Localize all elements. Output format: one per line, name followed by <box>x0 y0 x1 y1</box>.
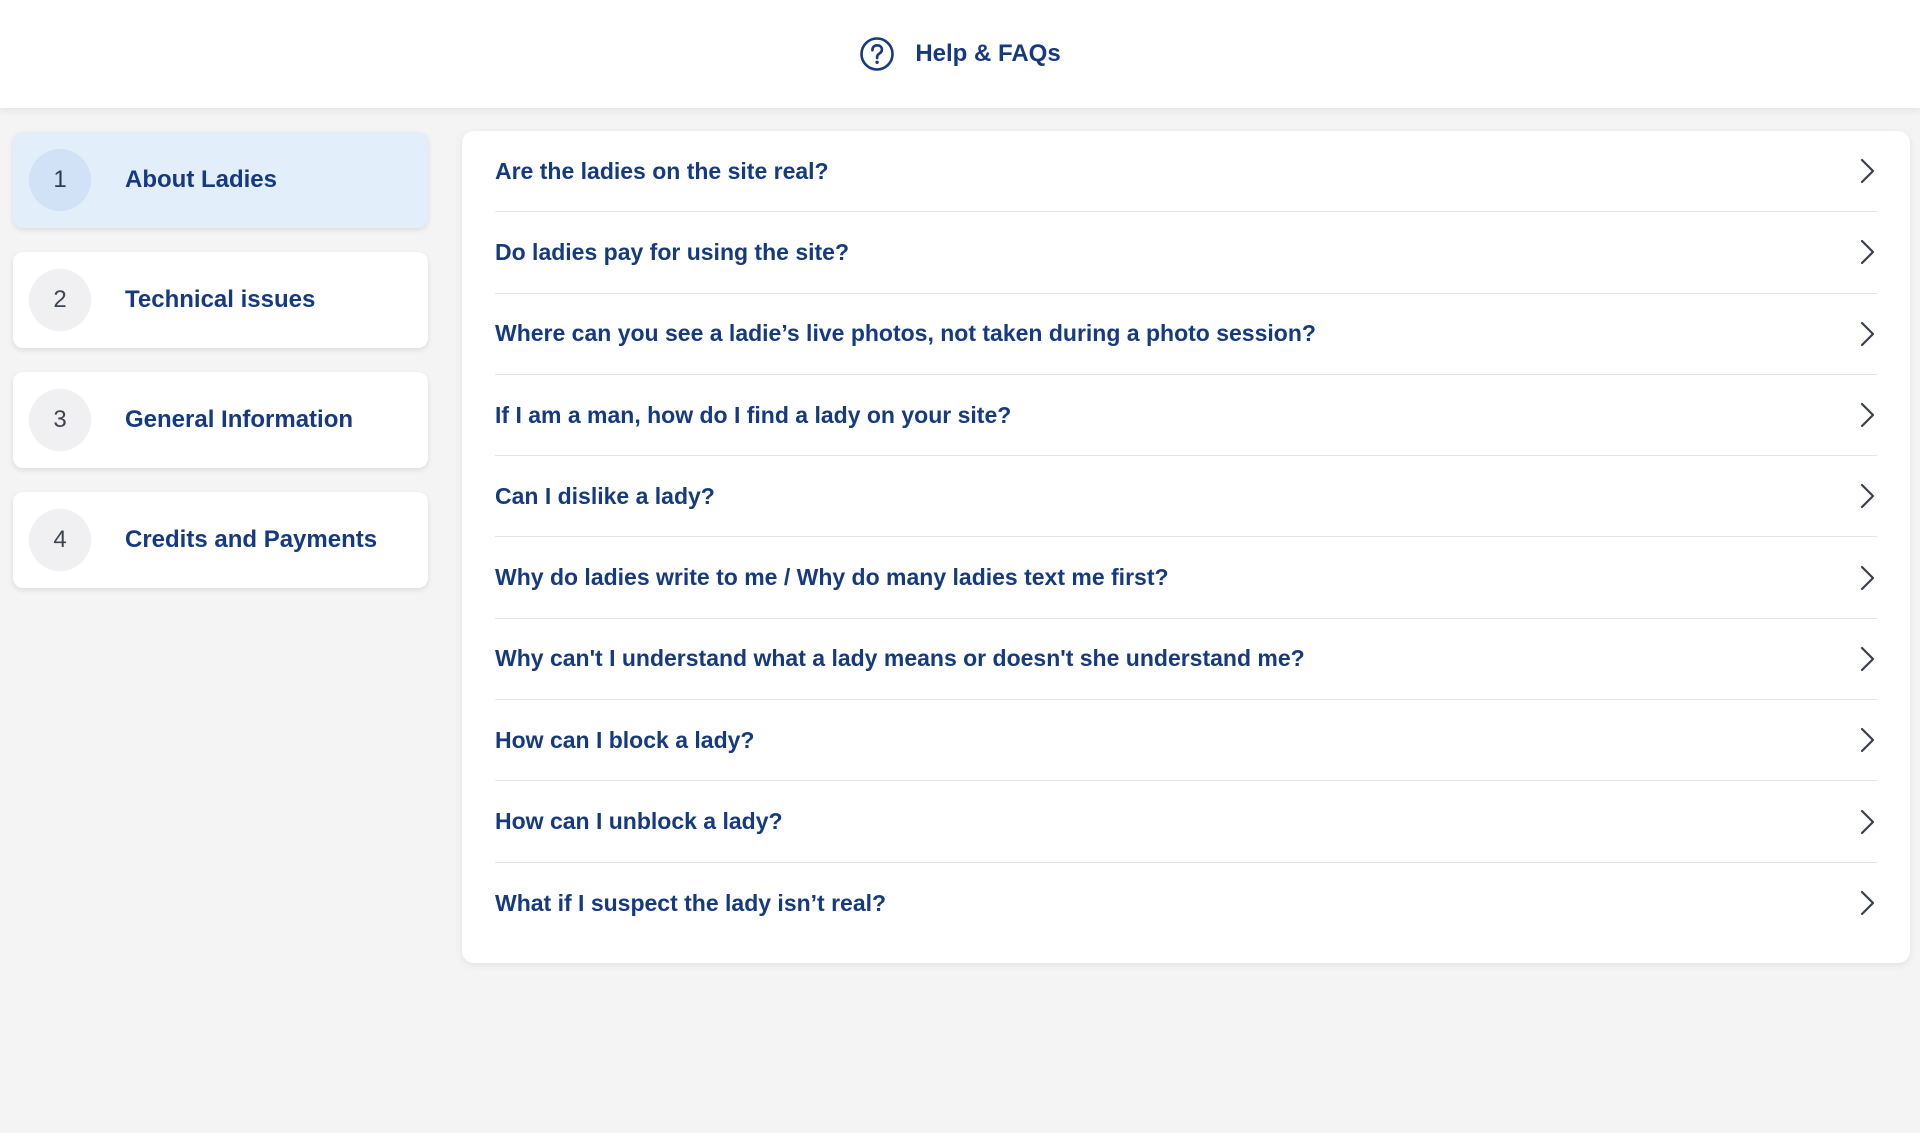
faq-question: Why do ladies write to me / Why do many … <box>495 564 1169 591</box>
faq-question: Why can't I understand what a lady means… <box>495 645 1305 672</box>
chevron-right-icon <box>1860 484 1875 509</box>
faq-question: Do ladies pay for using the site? <box>495 238 850 265</box>
page-header: Help & FAQs <box>0 0 1920 108</box>
category-credits-and-payments[interactable]: 4 Credits and Payments <box>13 492 428 588</box>
chevron-right-icon <box>1860 646 1875 672</box>
faq-item[interactable]: Can I dislike a lady? <box>495 456 1877 538</box>
page-title: Help & FAQs <box>915 40 1061 67</box>
faq-item[interactable]: Why do ladies write to me / Why do many … <box>495 537 1877 619</box>
faq-question: How can I block a lady? <box>495 726 755 753</box>
faq-item[interactable]: Are the ladies on the site real? <box>495 131 1877 213</box>
faq-item[interactable]: How can I block a lady? <box>495 700 1877 782</box>
faq-item[interactable]: Where can you see a ladie’s live photos,… <box>495 294 1877 375</box>
category-label: General Information <box>125 406 354 433</box>
question-circle-icon <box>860 37 895 71</box>
category-number: 4 <box>29 509 91 571</box>
category-sidebar: 1 About Ladies 2 Technical issues 3 Gene… <box>13 132 428 612</box>
category-general-information[interactable]: 3 General Information <box>13 372 428 468</box>
faq-list: Are the ladies on the site real? Do ladi… <box>462 131 1910 963</box>
faq-question: Are the ladies on the site real? <box>495 157 829 184</box>
faq-question: What if I suspect the lady isn’t real? <box>495 889 887 916</box>
chevron-right-icon <box>1860 240 1875 265</box>
chevron-right-icon <box>1860 159 1875 184</box>
category-number: 3 <box>29 389 91 451</box>
category-label: About Ladies <box>125 166 278 193</box>
chevron-right-icon <box>1860 809 1875 834</box>
chevron-right-icon <box>1860 565 1875 590</box>
category-technical-issues[interactable]: 2 Technical issues <box>13 252 428 348</box>
chevron-right-icon <box>1860 891 1875 916</box>
faq-question: If I am a man, how do I find a lady on y… <box>495 401 1012 428</box>
faq-item[interactable]: Why can't I understand what a lady means… <box>495 619 1877 701</box>
faq-question: Can I dislike a lady? <box>495 482 715 509</box>
faq-question: How can I unblock a lady? <box>495 808 783 835</box>
chevron-right-icon <box>1860 728 1875 753</box>
faq-item[interactable]: How can I unblock a lady? <box>495 781 1877 863</box>
faq-item[interactable]: What if I suspect the lady isn’t real? <box>495 863 1877 944</box>
category-label: Credits and Payments <box>125 526 378 553</box>
chevron-right-icon <box>1860 321 1875 346</box>
category-number: 1 <box>29 149 91 211</box>
category-label: Technical issues <box>125 286 316 313</box>
category-about-ladies[interactable]: 1 About Ladies <box>13 132 428 228</box>
chevron-right-icon <box>1860 402 1875 428</box>
faq-item[interactable]: Do ladies pay for using the site? <box>495 212 1877 294</box>
faq-question: Where can you see a ladie’s live photos,… <box>495 320 1316 347</box>
category-number: 2 <box>29 269 91 331</box>
faq-item[interactable]: If I am a man, how do I find a lady on y… <box>495 375 1877 457</box>
